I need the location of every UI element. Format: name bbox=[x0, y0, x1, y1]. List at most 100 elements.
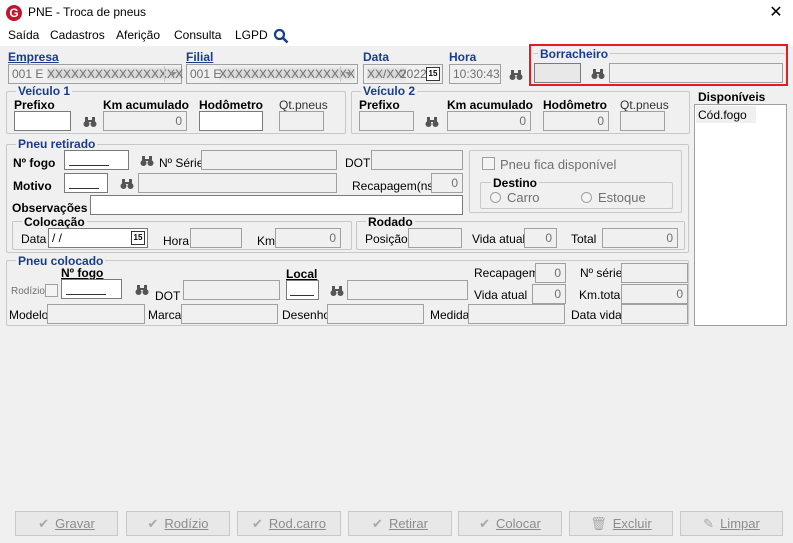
menu-consulta[interactable]: Consulta bbox=[174, 28, 221, 42]
limpar-label: Limpar bbox=[720, 516, 760, 531]
binoculars-icon[interactable] bbox=[425, 116, 439, 128]
empresa-value: 001 E bbox=[12, 67, 44, 81]
rodado-total-field: 0 bbox=[602, 228, 678, 248]
check-icon: ✔ bbox=[147, 516, 159, 531]
rodizio-label: Rodízio bbox=[164, 516, 209, 531]
veiculo1-title: Veículo 1 bbox=[16, 84, 73, 98]
colocado-datavida-label: Data vida bbox=[571, 308, 622, 322]
colocado-nserie-field bbox=[621, 263, 688, 283]
veiculo1-prefixo-input[interactable] bbox=[14, 111, 71, 131]
colocado-marca-field bbox=[181, 304, 278, 324]
destino-estoque-label: Estoque bbox=[598, 190, 646, 205]
colocado-modelo-label: Modelo bbox=[9, 308, 49, 322]
binoculars-icon[interactable] bbox=[509, 69, 523, 81]
retirado-nserie-field bbox=[201, 150, 337, 170]
rodizio-checkbox[interactable] bbox=[45, 284, 58, 297]
title-bar: G PNE - Troca de pneus ✕ bbox=[0, 0, 793, 26]
chevron-down-icon bbox=[164, 66, 180, 82]
retirado-motivo-input[interactable] bbox=[64, 173, 108, 193]
veiculo1-hodometro-input[interactable] bbox=[199, 111, 263, 131]
destino-title: Destino bbox=[491, 176, 540, 190]
binoculars-icon[interactable] bbox=[591, 68, 605, 80]
binoculars-icon[interactable] bbox=[83, 116, 97, 128]
binoculars-icon[interactable] bbox=[330, 285, 344, 297]
retirar-button[interactable]: ✔ Retirar bbox=[348, 511, 452, 536]
disponiveis-col-label: Cód.fogo bbox=[698, 108, 747, 122]
rodado-vida-label: Vida atual bbox=[472, 232, 526, 246]
filial-blurred-text: XXXXXXXXXXXXXXXXX bbox=[219, 67, 356, 81]
data-label: Data bbox=[363, 50, 390, 64]
veiculo1-prefixo-label: Prefixo bbox=[14, 98, 55, 112]
colocado-nserie-label: Nº série bbox=[580, 266, 623, 280]
app-logo-icon: G bbox=[6, 5, 22, 21]
calendar-icon[interactable]: 15 bbox=[426, 67, 440, 81]
colocado-nfogo-label: Nº fogo bbox=[61, 266, 104, 280]
colocado-vida-label: Vida atual bbox=[474, 288, 528, 302]
calendar-icon[interactable]: 15 bbox=[131, 231, 145, 245]
colocado-kmtotal-value: 0 bbox=[676, 287, 683, 301]
retirado-dot-field bbox=[371, 150, 463, 170]
hora-field: 10:30:43 bbox=[449, 64, 501, 84]
menu-lgpd[interactable]: LGPD bbox=[235, 28, 268, 42]
veiculo2-hodometro-value: 0 bbox=[597, 114, 604, 128]
veiculo2-qt-label: Qt.pneus bbox=[620, 98, 669, 112]
veiculo1-km-field: 0 bbox=[103, 111, 187, 131]
gravar-button[interactable]: ✔ Gravar bbox=[15, 511, 118, 536]
search-icon[interactable] bbox=[273, 28, 289, 44]
check-icon: ✔ bbox=[372, 516, 383, 531]
check-icon: ✔ bbox=[252, 516, 263, 531]
colocar-button[interactable]: ✔ Colocar bbox=[458, 511, 562, 536]
menu-bar: Saída Cadastros Aferição Consulta LGPD bbox=[0, 26, 793, 46]
filial-value: 001 E bbox=[190, 67, 222, 81]
veiculo2-hodometro-field: 0 bbox=[543, 111, 609, 131]
check-icon: ✔ bbox=[38, 516, 50, 531]
disponiveis-column-header[interactable]: Cód.fogo bbox=[696, 106, 756, 123]
colocado-modelo-field bbox=[47, 304, 145, 324]
retirado-recapagem-field: 0 bbox=[431, 173, 463, 193]
menu-cadastros[interactable]: Cadastros bbox=[50, 28, 105, 42]
veiculo1-qt-field bbox=[279, 111, 324, 131]
pneu-fica-disponivel-checkbox[interactable] bbox=[482, 157, 495, 170]
veiculo2-prefixo-label: Prefixo bbox=[359, 98, 400, 112]
destino-estoque-radio[interactable] bbox=[581, 192, 592, 203]
pneu-fica-disponivel-label: Pneu fica disponível bbox=[500, 157, 617, 172]
disponiveis-list[interactable]: Cód.fogo bbox=[694, 104, 787, 326]
retirado-nfogo-input[interactable] bbox=[64, 150, 129, 170]
rodado-posicao-label: Posição bbox=[365, 232, 408, 246]
menu-afericao[interactable]: Aferição bbox=[116, 28, 160, 42]
binoculars-icon[interactable] bbox=[120, 178, 134, 190]
chevron-down-icon bbox=[340, 66, 356, 82]
borracheiro-label: Borracheiro bbox=[538, 47, 611, 61]
colocacao-title: Colocação bbox=[22, 215, 87, 229]
colocado-local-label: Local bbox=[286, 267, 318, 281]
colocacao-data-label: Data bbox=[21, 232, 47, 246]
binoculars-icon[interactable] bbox=[140, 155, 154, 167]
binoculars-icon[interactable] bbox=[135, 284, 149, 296]
filial-select[interactable]: 001 E XXXXXXXXXXXXXXXXX bbox=[186, 64, 358, 84]
rodado-title: Rodado bbox=[366, 215, 415, 229]
excluir-button[interactable]: 🗑 Excluir bbox=[569, 511, 673, 536]
limpar-button[interactable]: ✎ Limpar bbox=[680, 511, 783, 536]
colocacao-km-field: 0 bbox=[275, 228, 341, 248]
retirado-observacoes-label: Observações bbox=[12, 201, 88, 215]
destino-carro-radio[interactable] bbox=[490, 192, 501, 203]
rod-carro-button[interactable]: ✔ Rod.carro bbox=[237, 511, 341, 536]
veiculo1-qt-label: Qt.pneus bbox=[279, 98, 328, 112]
empresa-select[interactable]: 001 E XXXXXXXXXXXXXXXXX bbox=[8, 64, 183, 84]
colocado-nfogo-input[interactable] bbox=[61, 279, 122, 299]
rodado-vida-field: 0 bbox=[524, 228, 557, 248]
menu-saida[interactable]: Saída bbox=[8, 28, 39, 42]
colocacao-km-label: Km bbox=[257, 234, 275, 248]
borracheiro-code-field[interactable] bbox=[534, 63, 581, 83]
rodizio-button[interactable]: ✔ Rodízio bbox=[126, 511, 230, 536]
colocado-kmtotal-field: 0 bbox=[621, 284, 688, 304]
retirado-dot-label: DOT bbox=[345, 156, 371, 170]
colocacao-data-input[interactable]: / / 15 bbox=[48, 228, 148, 248]
retirado-observacoes-input[interactable] bbox=[90, 195, 463, 215]
colocado-dot-label: DOT bbox=[155, 289, 181, 303]
window-title: PNE - Troca de pneus bbox=[28, 5, 147, 19]
close-button[interactable]: ✕ bbox=[759, 0, 793, 26]
borracheiro-name-field bbox=[609, 63, 783, 83]
colocado-local-input[interactable] bbox=[286, 280, 319, 300]
data-field[interactable]: XX/XX/ 2022 15 bbox=[363, 64, 443, 84]
